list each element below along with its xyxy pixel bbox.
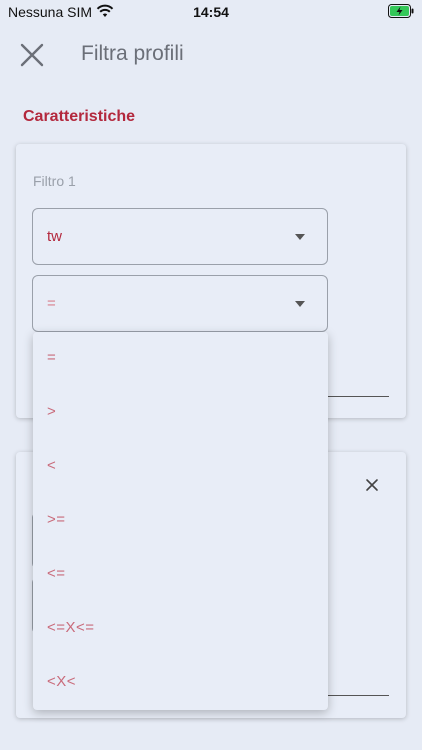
section-title: Caratteristiche bbox=[23, 108, 136, 125]
field-select-value: tw bbox=[47, 228, 62, 245]
close-icon[interactable] bbox=[365, 478, 379, 492]
clock: 14:54 bbox=[193, 4, 229, 20]
dropdown-option[interactable]: <= bbox=[33, 548, 328, 602]
dropdown-option[interactable]: >= bbox=[33, 494, 328, 548]
value-input-underline[interactable] bbox=[328, 396, 389, 397]
status-bar: Nessuna SIM 14:54 bbox=[0, 0, 422, 24]
dropdown-option[interactable]: > bbox=[33, 386, 328, 440]
filter-label: Filtro 1 bbox=[33, 173, 76, 189]
operator-select[interactable]: = bbox=[32, 275, 328, 332]
operator-dropdown-menu: = > < >= <= <=X<= <X< bbox=[33, 332, 328, 710]
chevron-down-icon bbox=[295, 234, 305, 240]
dropdown-option[interactable]: <=X<= bbox=[33, 602, 328, 656]
battery-charging-icon bbox=[388, 4, 414, 18]
value-input-underline[interactable] bbox=[328, 695, 389, 696]
close-icon[interactable] bbox=[18, 41, 46, 69]
page-title: Filtra profili bbox=[81, 42, 184, 65]
field-select[interactable]: tw bbox=[32, 208, 328, 265]
dropdown-option[interactable]: <X< bbox=[33, 656, 328, 710]
chevron-down-icon bbox=[295, 301, 305, 307]
operator-select-value: = bbox=[47, 295, 56, 312]
dropdown-option[interactable]: = bbox=[33, 332, 328, 386]
dropdown-option[interactable]: < bbox=[33, 440, 328, 494]
